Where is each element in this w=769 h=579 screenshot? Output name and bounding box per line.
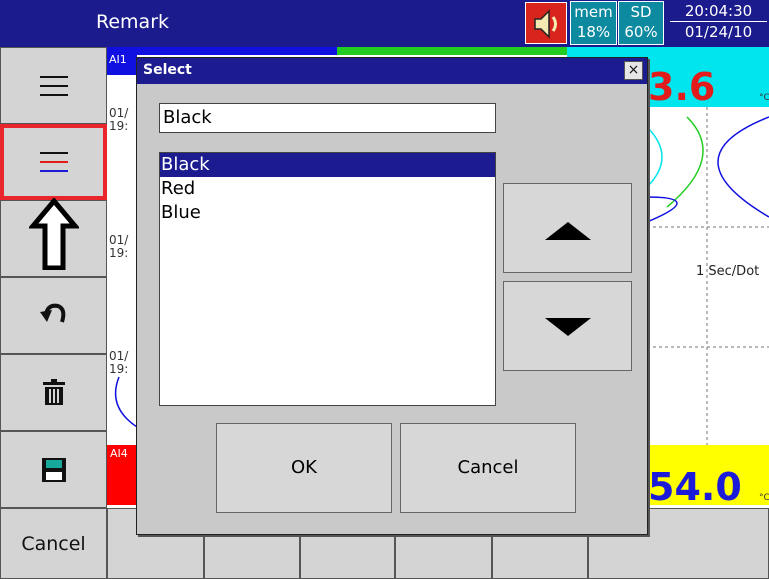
timestamp-3: 01/19: bbox=[109, 349, 129, 376]
menu-button[interactable] bbox=[0, 47, 107, 124]
pointer-slot bbox=[0, 197, 107, 277]
timestamp-1: 01/19: bbox=[109, 106, 129, 133]
clock-time: 20:04:30 bbox=[684, 2, 753, 20]
timestamp-2: 01/19: bbox=[109, 233, 129, 260]
cancel-button[interactable]: Cancel bbox=[0, 508, 107, 579]
dialog-cancel-button[interactable]: Cancel bbox=[400, 423, 576, 513]
rate-label: 1 Sec/Dot bbox=[696, 264, 760, 279]
value-top: 3.6 bbox=[648, 65, 716, 109]
move-up-button[interactable] bbox=[503, 183, 632, 273]
move-down-button[interactable] bbox=[503, 281, 632, 371]
triangle-up-icon bbox=[545, 222, 591, 240]
delete-button[interactable] bbox=[0, 354, 107, 431]
triangle-down-icon bbox=[545, 318, 591, 336]
ok-button[interactable]: OK bbox=[216, 423, 392, 513]
undo-icon bbox=[39, 303, 65, 323]
option-list[interactable]: Black Red Blue bbox=[159, 152, 496, 406]
menu-icon bbox=[39, 75, 68, 96]
sd-label: SD bbox=[630, 3, 652, 21]
dialog-title: Select bbox=[143, 62, 192, 78]
colored-lines-icon bbox=[39, 152, 68, 172]
unit-top: °C bbox=[759, 93, 769, 103]
list-item[interactable]: Blue bbox=[160, 201, 495, 225]
dialog-title-bar bbox=[137, 58, 647, 84]
sd-value: 60% bbox=[624, 23, 658, 41]
unit-bottom: °C bbox=[759, 493, 769, 503]
save-button[interactable] bbox=[0, 431, 107, 508]
speaker-icon[interactable] bbox=[525, 2, 567, 44]
clock: 20:04:30 01/24/10 bbox=[670, 1, 767, 45]
selected-value-field[interactable]: Black bbox=[159, 103, 496, 133]
clock-date: 01/24/10 bbox=[670, 21, 767, 42]
close-icon[interactable]: × bbox=[624, 61, 643, 80]
up-arrow-icon bbox=[28, 197, 79, 270]
save-icon bbox=[41, 457, 66, 482]
memory-label: mem bbox=[574, 3, 613, 21]
page-title: Remark bbox=[96, 11, 170, 33]
list-item[interactable]: Red bbox=[160, 177, 495, 201]
channel-label-ai1: AI1 bbox=[109, 53, 127, 66]
select-dialog: Select × Black Black Red Blue OK Cancel bbox=[136, 57, 648, 535]
list-item[interactable]: Black bbox=[160, 153, 495, 177]
value-bottom: 54.0 bbox=[648, 465, 742, 509]
trash-icon bbox=[42, 378, 65, 405]
sd-status: SD 60% bbox=[618, 1, 664, 45]
line-color-button[interactable] bbox=[0, 124, 107, 200]
memory-status: mem 18% bbox=[570, 1, 617, 45]
channel-label-ai4: AI4 bbox=[110, 447, 128, 460]
undo-button[interactable] bbox=[0, 277, 107, 354]
memory-value: 18% bbox=[576, 23, 611, 41]
